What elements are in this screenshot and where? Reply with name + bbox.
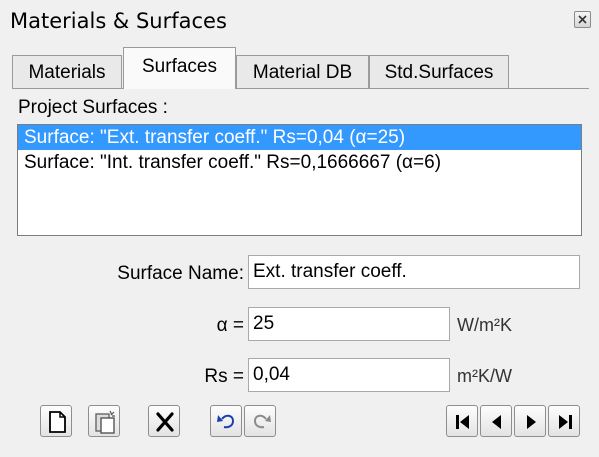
rs-label: Rs = bbox=[204, 366, 244, 387]
new-button[interactable] bbox=[40, 405, 72, 437]
undo-button[interactable] bbox=[210, 405, 242, 437]
close-icon bbox=[578, 15, 587, 24]
close-button[interactable] bbox=[574, 11, 591, 28]
last-icon bbox=[559, 415, 572, 429]
title-bar[interactable]: Materials & Surfaces bbox=[0, 0, 599, 42]
list-item[interactable]: Surface: "Ext. transfer coeff." Rs=0,04 … bbox=[18, 125, 581, 150]
delete-icon bbox=[156, 412, 174, 432]
rs-field[interactable]: 0,04 bbox=[248, 358, 450, 392]
surface-name-field[interactable]: Ext. transfer coeff. bbox=[248, 255, 580, 289]
previous-record-button[interactable] bbox=[480, 405, 512, 437]
window-title: Materials & Surfaces bbox=[10, 9, 227, 33]
redo-button[interactable] bbox=[244, 405, 276, 437]
delete-button[interactable] bbox=[148, 405, 180, 437]
last-record-button[interactable] bbox=[548, 405, 580, 437]
tab-surfaces-label: Surfaces bbox=[142, 56, 217, 77]
project-surfaces-list[interactable]: Surface: "Ext. transfer coeff." Rs=0,04 … bbox=[17, 124, 582, 236]
first-icon bbox=[456, 415, 469, 429]
next-icon bbox=[527, 415, 536, 429]
tab-panel-border bbox=[12, 88, 589, 89]
tab-materials[interactable]: Materials bbox=[12, 55, 122, 88]
tab-std-surfaces-label: Std.Surfaces bbox=[384, 62, 494, 83]
tab-material-db[interactable]: Material DB bbox=[236, 55, 369, 88]
tab-materials-label: Materials bbox=[28, 62, 106, 83]
rs-unit: m²K/W bbox=[457, 366, 512, 386]
first-record-button[interactable] bbox=[446, 405, 478, 437]
alpha-label: α = bbox=[216, 315, 244, 336]
new-icon bbox=[49, 411, 66, 433]
surface-name-label: Surface Name: bbox=[117, 263, 244, 284]
paste-icon bbox=[95, 410, 115, 434]
undo-icon bbox=[217, 414, 235, 429]
list-item[interactable]: Surface: "Int. transfer coeff." Rs=0,166… bbox=[18, 150, 581, 175]
materials-surfaces-window: Materials & Surfaces Materials Surfaces … bbox=[0, 0, 599, 457]
tab-material-db-label: Material DB bbox=[252, 62, 353, 83]
tab-surfaces[interactable]: Surfaces bbox=[123, 47, 236, 89]
next-record-button[interactable] bbox=[514, 405, 546, 437]
redo-icon bbox=[253, 414, 271, 429]
tab-std-surfaces[interactable]: Std.Surfaces bbox=[369, 55, 509, 88]
previous-icon bbox=[492, 415, 501, 429]
project-surfaces-label: Project Surfaces : bbox=[18, 97, 168, 118]
paste-button[interactable] bbox=[88, 405, 120, 437]
alpha-unit: W/m²K bbox=[457, 315, 512, 335]
alpha-field[interactable]: 25 bbox=[248, 307, 450, 341]
